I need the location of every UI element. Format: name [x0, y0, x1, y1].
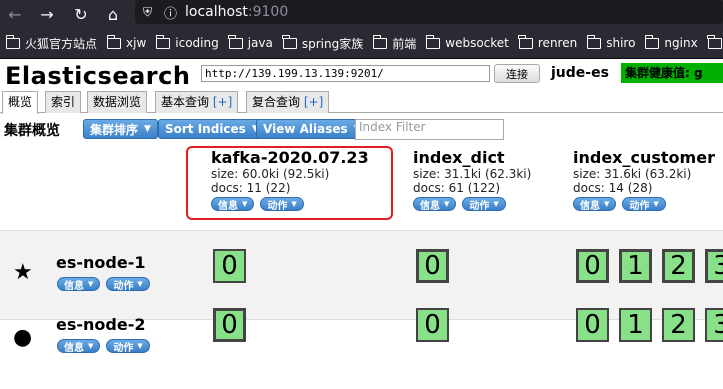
connect-button[interactable]: 连接: [494, 64, 540, 83]
folder-icon: [644, 34, 660, 49]
bookmark-item[interactable]: 火狐官方站点: [5, 34, 97, 52]
bookmark-item[interactable]: renren: [518, 34, 577, 50]
index-name: index_dict: [413, 148, 505, 167]
index-filter-input[interactable]: Index Filter: [355, 119, 504, 140]
cluster-overview-grid: kafka-2020.07.23 size: 60.0ki (92.5ki) d…: [0, 145, 723, 389]
node-info-button[interactable]: 信息 ▼: [57, 277, 101, 292]
overview-toolbar: 集群概览 集群排序▼ Sort Indices▼ View Aliases▼ I…: [0, 117, 723, 143]
node-row: ● es-node-2 信息 ▼ 动作 ▼ 0 0 0 1 2 3: [0, 308, 723, 389]
url-port: :9100: [247, 4, 289, 20]
shard-box[interactable]: 3: [705, 308, 723, 342]
tab-indices[interactable]: 索引: [45, 91, 82, 113]
caret-down-icon: ▼: [88, 342, 94, 350]
folder-icon: [282, 34, 297, 49]
tab-compound-query[interactable]: 复合查询 [+]: [246, 91, 330, 113]
shard-box[interactable]: 1: [619, 308, 652, 342]
shard-box[interactable]: 2: [662, 249, 695, 283]
browser-toolbar: ← → ↻ ⌂ ⛨ ⓘ localhost:9100: [0, 0, 723, 28]
back-icon[interactable]: ←: [4, 3, 26, 25]
shard-box[interactable]: 0: [213, 308, 246, 342]
index-info-button[interactable]: 信息 ▼: [573, 197, 617, 212]
folder-icon: [518, 34, 533, 49]
folder-icon: [106, 34, 122, 49]
bookmark-item[interactable]: shiro: [586, 34, 635, 50]
folder-icon: [155, 34, 171, 49]
index-docs: docs: 14 (28): [573, 181, 653, 195]
tab-overview[interactable]: 概览: [2, 91, 39, 114]
caret-down-icon: ▼: [144, 124, 151, 134]
bookmark-item[interactable]: nginx: [644, 34, 698, 50]
cluster-sort-button[interactable]: 集群排序 ▼: [83, 119, 158, 139]
node-action-button[interactable]: 动作 ▼: [106, 339, 150, 354]
sort-indices-button[interactable]: Sort Indices▼: [158, 119, 266, 139]
highlight-box: [186, 146, 393, 220]
index-action-button[interactable]: 动作 ▼: [622, 197, 666, 212]
bookmark-item[interactable]: websocket: [425, 34, 509, 50]
node-action-button[interactable]: 动作 ▼: [106, 277, 150, 292]
folder-icon: [5, 34, 20, 49]
star-icon: ★: [13, 260, 33, 285]
index-info-button[interactable]: 信息 ▼: [413, 197, 457, 212]
folder-icon: [372, 34, 388, 49]
bookmark-item[interactable]: icoding: [155, 34, 219, 50]
node-row: ★ es-node-1 信息 ▼ 动作 ▼ 0 0 0 1 2 3: [0, 231, 723, 319]
info-icon[interactable]: ⓘ: [164, 3, 177, 22]
address-bar[interactable]: ⛨ ⓘ localhost:9100: [135, 0, 723, 24]
caret-down-icon: ▼: [88, 280, 94, 288]
folder-icon: [425, 34, 441, 49]
forward-icon[interactable]: →: [36, 3, 58, 25]
folder-icon: [707, 34, 722, 49]
tab-browser[interactable]: 数据浏览: [87, 91, 148, 113]
home-icon[interactable]: ⌂: [102, 3, 124, 25]
caret-down-icon: ▼: [137, 342, 143, 350]
bookmark-item[interactable]: 前端: [372, 34, 416, 52]
node-info-button[interactable]: 信息 ▼: [57, 339, 101, 354]
shard-box[interactable]: 0: [416, 249, 449, 283]
bookmark-item[interactable]: java: [228, 34, 273, 50]
bookmark-item[interactable]: ma: [707, 34, 723, 50]
caret-down-icon: ▼: [444, 200, 450, 208]
folder-icon: [228, 34, 243, 49]
url-host: localhost: [185, 4, 248, 20]
shard-box[interactable]: 0: [416, 308, 449, 342]
index-size: size: 31.1ki (62.3ki): [413, 167, 532, 181]
tab-bar: 概览 索引 数据浏览 基本查询 [+] 复合查询 [+]: [0, 91, 723, 114]
bookmark-item[interactable]: spring家族: [282, 34, 363, 52]
index-header: index_customer size: 31.6ki (63.2ki) doc…: [573, 148, 715, 212]
view-aliases-button[interactable]: View Aliases▼: [256, 119, 368, 139]
index-header: index_dict size: 31.1ki (62.3ki) docs: 6…: [413, 148, 532, 212]
tab-basic-query[interactable]: 基本查询 [+]: [155, 91, 239, 113]
shard-box[interactable]: 3: [705, 249, 723, 283]
shield-icon[interactable]: ⛨: [143, 5, 152, 20]
index-docs: docs: 61 (122): [413, 181, 501, 195]
caret-down-icon: ▼: [493, 200, 499, 208]
shard-box[interactable]: 0: [576, 249, 609, 283]
caret-down-icon: ▼: [653, 200, 659, 208]
reload-icon[interactable]: ↻: [70, 3, 92, 25]
bookmark-item[interactable]: xjw: [106, 34, 146, 50]
cluster-name: jude-es: [551, 65, 609, 81]
connection-url-input[interactable]: http://139.199.13.139:9201/: [201, 65, 490, 82]
caret-down-icon: ▼: [137, 280, 143, 288]
folder-icon: [586, 34, 602, 49]
app-title: Elasticsearch: [5, 62, 191, 90]
index-action-button[interactable]: 动作 ▼: [462, 197, 506, 212]
shard-box[interactable]: 1: [619, 249, 652, 283]
index-size: size: 31.6ki (63.2ki): [573, 167, 692, 181]
cluster-health-badge: 集群健康值: g: [621, 63, 723, 83]
node-name: es-node-1: [56, 253, 146, 272]
circle-icon: ●: [13, 325, 33, 350]
index-name: index_customer: [573, 148, 715, 167]
shard-box[interactable]: 0: [576, 308, 609, 342]
node-name: es-node-2: [56, 315, 146, 334]
section-title: 集群概览: [4, 123, 60, 139]
caret-down-icon: ▼: [604, 200, 610, 208]
bookmarks-bar: 火狐官方站点 xjw icoding java spring家族 前端 webs…: [0, 28, 723, 59]
elasticsearch-head-app: Elasticsearch http://139.199.13.139:9201…: [0, 59, 723, 389]
shard-box[interactable]: 2: [662, 308, 695, 342]
shard-box[interactable]: 0: [213, 249, 246, 283]
